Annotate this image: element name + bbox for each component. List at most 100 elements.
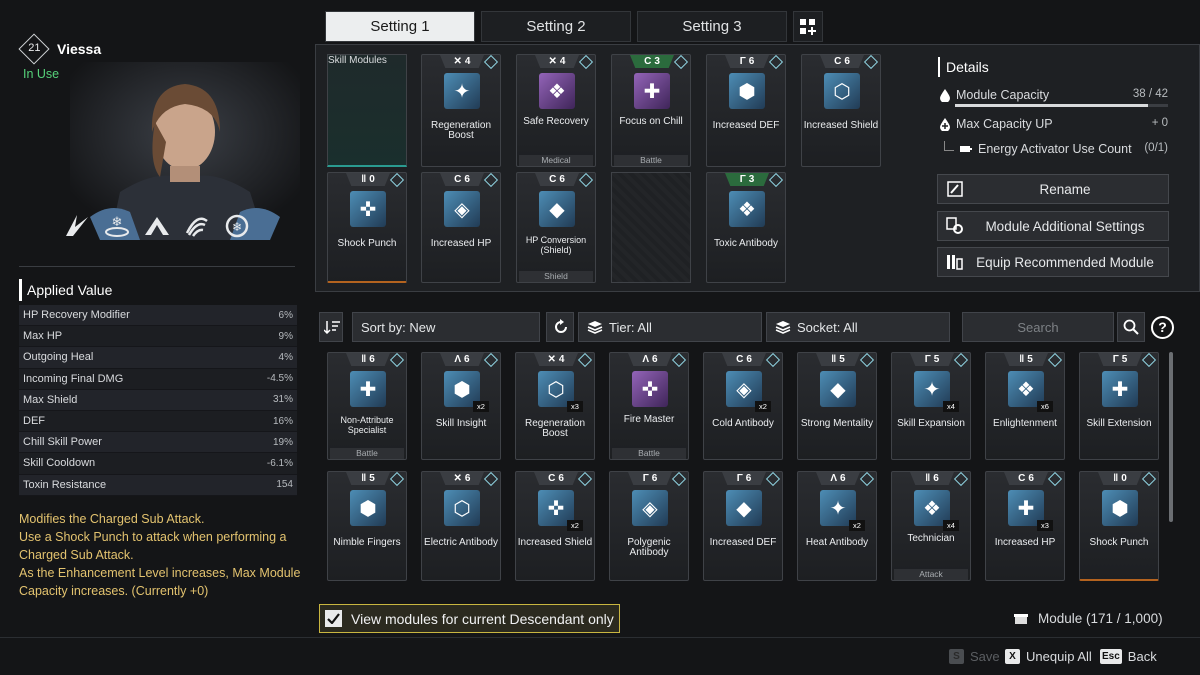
- inventory-scrollbar[interactable]: [1169, 352, 1173, 522]
- activator-icon: [960, 146, 972, 152]
- skill-1-icon[interactable]: [62, 210, 92, 240]
- character-name: Viessa: [57, 41, 102, 57]
- tab-setting-2[interactable]: Setting 2: [481, 11, 631, 42]
- module-card[interactable]: Λ 6 ✦ x2 Heat Antibody: [797, 471, 877, 581]
- module-card[interactable]: ✕ 4 ❖ Safe Recovery Medical: [516, 54, 596, 167]
- module-card[interactable]: Γ 6 ◆ Increased DEF: [703, 471, 783, 581]
- cost-value: 4: [559, 56, 566, 67]
- description-line: Use a Shock Punch to attack when perform…: [19, 530, 287, 562]
- module-card[interactable]: C 3 ✚ Focus on Chill Battle: [611, 54, 691, 167]
- applied-value-table: HP Recovery Modifier 6% Max HP 9% Outgoing H…: [19, 305, 297, 496]
- module-card[interactable]: C 6 ⬡ Increased Shield: [801, 54, 881, 167]
- refresh-button[interactable]: [546, 312, 574, 342]
- cost-value: 6: [651, 473, 658, 484]
- module-name: Increased DEF: [709, 537, 777, 548]
- empty-module-slot[interactable]: [611, 172, 691, 283]
- activator-value: (0/1): [1144, 142, 1168, 154]
- module-card[interactable]: Γ 6 ⬢ Increased DEF: [706, 54, 786, 167]
- skill-icons: ❄ ❄: [62, 210, 252, 240]
- enhancement-gem-icon: [673, 54, 689, 70]
- rename-button[interactable]: Rename: [937, 174, 1169, 204]
- module-name: Strong Mentality: [800, 418, 874, 429]
- search-button[interactable]: [1117, 312, 1145, 342]
- module-card[interactable]: ‖ 0 ⬢ Shock Punch: [1079, 471, 1159, 581]
- module-card[interactable]: Γ 3 ❖ Toxic Antibody: [706, 172, 786, 283]
- module-card[interactable]: Γ 5 ✦ x4 Skill Expansion: [891, 352, 971, 460]
- socket-filter[interactable]: Socket: All: [766, 312, 950, 342]
- cost-value: 5: [1121, 354, 1128, 365]
- module-card[interactable]: ‖ 5 ⬢ Nimble Fingers: [327, 471, 407, 581]
- module-card[interactable]: C 6 ◈ Increased HP: [421, 172, 501, 283]
- module-cost: ‖ 6: [346, 353, 390, 366]
- skill-module-slot[interactable]: Skill Modules: [327, 54, 407, 167]
- module-cost: ✕ 6: [440, 472, 484, 485]
- cost-value: 6: [746, 354, 752, 365]
- save-button[interactable]: S Save: [949, 649, 1000, 664]
- module-category: Battle: [330, 448, 404, 459]
- socket-type-icon: ‖: [1019, 354, 1025, 365]
- sort-order-button[interactable]: [319, 312, 343, 342]
- module-card[interactable]: C 6 ◈ x2 Cold Antibody: [703, 352, 783, 460]
- module-card[interactable]: ‖ 6 ❖ x4 Technician Attack: [891, 471, 971, 581]
- back-button[interactable]: Esc Back: [1100, 649, 1157, 664]
- module-card[interactable]: ✕ 6 ⬡ Electric Antibody: [421, 471, 501, 581]
- module-card[interactable]: Λ 6 ⬢ x2 Skill Insight: [421, 352, 501, 460]
- slot-label: Skill Modules: [328, 55, 387, 66]
- divider: [19, 266, 295, 267]
- applied-value-number: 31%: [272, 394, 293, 406]
- enhancement-gem-icon: [671, 352, 687, 368]
- module-additional-settings-button[interactable]: Module Additional Settings: [937, 211, 1169, 241]
- skill-2-icon[interactable]: ❄: [102, 210, 132, 240]
- applied-value-row: Max Shield 31%: [19, 389, 297, 411]
- module-cost: ✕ 4: [534, 353, 578, 366]
- module-name: HP Conversion (Shield): [525, 235, 587, 255]
- module-cost: C6: [820, 55, 864, 68]
- module-card[interactable]: ✕ 4 ⬡ x3 Regeneration Boost: [515, 352, 595, 460]
- module-icon: ◆: [726, 490, 762, 526]
- current-descendant-label: View modules for current Descendant only: [351, 610, 614, 627]
- cost-value: 4: [558, 354, 565, 365]
- module-card[interactable]: C 6 ◆ HP Conversion (Shield) Shield: [516, 172, 596, 283]
- enhancement-gem-icon: [483, 172, 499, 188]
- module-cost: C6: [440, 173, 484, 186]
- sort-dropdown[interactable]: Sort by: New: [352, 312, 540, 342]
- module-name: Nimble Fingers: [333, 537, 401, 548]
- max-capacity-row: Max Capacity UP + 0: [940, 117, 1168, 131]
- module-count-badge: x2: [473, 401, 489, 412]
- cost-value: 6: [748, 56, 755, 67]
- module-count-badge: x6: [1037, 401, 1053, 412]
- tier-filter[interactable]: Tier: All: [578, 312, 762, 342]
- add-preset-button[interactable]: [793, 11, 823, 42]
- module-card[interactable]: C 6 ✚ x3 Increased HP: [985, 471, 1065, 581]
- svg-text:❄: ❄: [232, 220, 242, 234]
- module-card[interactable]: Γ 6 ◈ Polygenic Antibody: [609, 471, 689, 581]
- checkbox[interactable]: [325, 610, 342, 627]
- module-card[interactable]: Γ 5 ✚ Skill Extension: [1079, 352, 1159, 460]
- help-icon[interactable]: ?: [1151, 316, 1174, 339]
- sort-icon: [324, 321, 340, 334]
- skill-5-icon[interactable]: ❄: [222, 210, 252, 240]
- unequip-all-button[interactable]: X Unequip All: [1005, 649, 1092, 664]
- skill-4-icon[interactable]: [182, 210, 212, 240]
- capacity-label: Module Capacity: [956, 88, 1050, 102]
- module-card[interactable]: Λ 6 ✜ Fire Master Battle: [609, 352, 689, 460]
- module-icon: ✦: [444, 73, 480, 109]
- enhancement-gem-icon: [1047, 471, 1063, 487]
- tab-setting-1[interactable]: Setting 1: [325, 11, 475, 42]
- module-card[interactable]: ‖ 0 ✜ Shock Punch: [327, 172, 407, 283]
- module-card[interactable]: C 6 ✜ x2 Increased Shield: [515, 471, 595, 581]
- cost-value: 6: [844, 56, 850, 67]
- equip-recommended-button[interactable]: Equip Recommended Module: [937, 247, 1169, 277]
- module-card[interactable]: ‖ 6 ✚ Non-Attribute Specialist Battle: [327, 352, 407, 460]
- module-card[interactable]: ✕ 4 ✦ Regeneration Boost: [421, 54, 501, 167]
- search-input[interactable]: Search: [962, 312, 1114, 342]
- current-descendant-filter[interactable]: View modules for current Descendant only: [319, 604, 620, 633]
- module-card[interactable]: ‖ 5 ❖ x6 Enlightenment: [985, 352, 1065, 460]
- applied-value-row: Incoming Final DMG -4.5%: [19, 368, 297, 390]
- module-count-badge: x2: [567, 520, 583, 531]
- tab-setting-3[interactable]: Setting 3: [637, 11, 787, 42]
- skill-3-icon[interactable]: [142, 210, 172, 240]
- module-card[interactable]: ‖ 5 ◆ Strong Mentality: [797, 352, 877, 460]
- in-use-status: In Use: [23, 67, 60, 81]
- module-cost: Γ3: [725, 173, 769, 186]
